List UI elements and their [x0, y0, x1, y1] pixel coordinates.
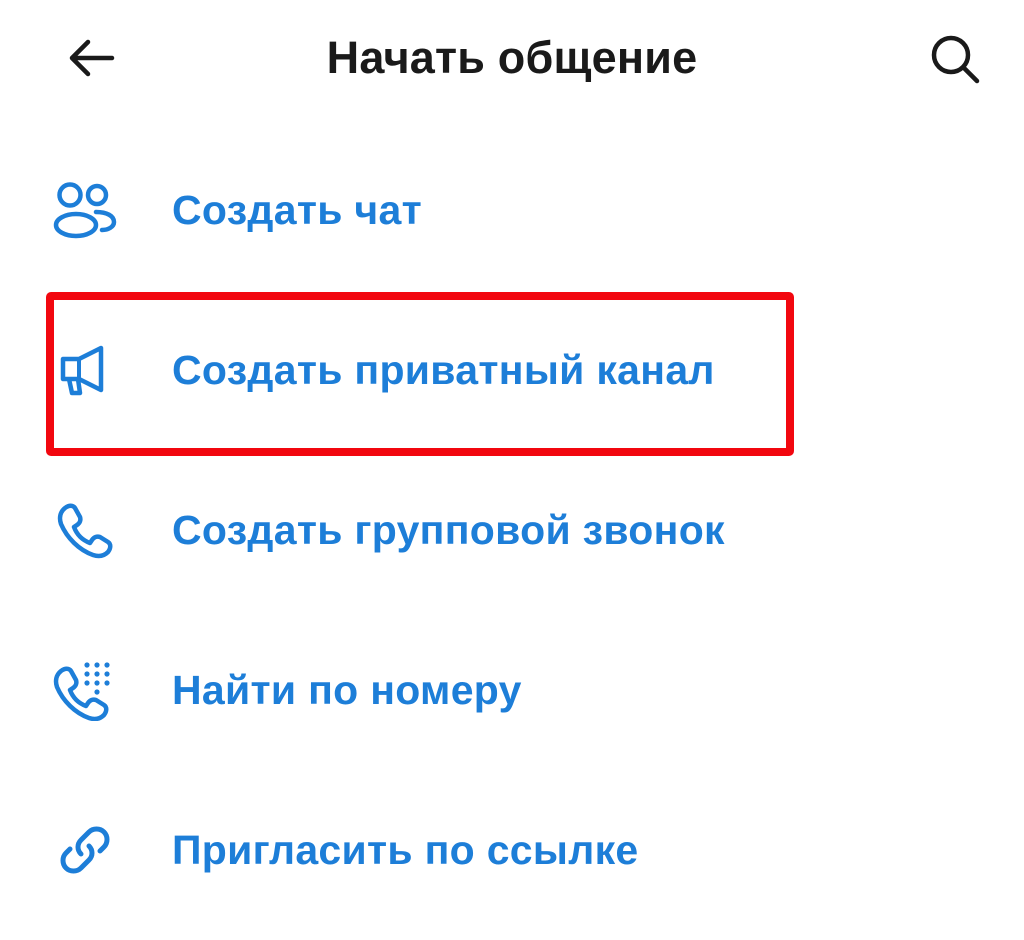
- create-private-channel-label: Создать приватный канал: [172, 347, 715, 393]
- link-icon: [50, 815, 120, 885]
- app-header: Начать общение: [0, 0, 1024, 116]
- create-chat-item[interactable]: Создать чат: [0, 150, 1024, 270]
- phone-dialpad-icon: [50, 655, 120, 725]
- search-button[interactable]: [924, 30, 986, 88]
- search-icon: [931, 35, 980, 84]
- page-title: Начать общение: [326, 32, 698, 83]
- create-private-channel-item[interactable]: Создать приватный канал: [0, 310, 1024, 430]
- find-by-number-item[interactable]: Найти по номеру: [0, 630, 1024, 750]
- people-icon: [50, 175, 120, 245]
- create-chat-label: Создать чат: [172, 187, 422, 233]
- create-group-call-item[interactable]: Создать групповой звонок: [0, 470, 1024, 590]
- megaphone-icon: [50, 335, 120, 405]
- invite-by-link-label: Пригласить по ссылке: [172, 827, 639, 873]
- invite-by-link-item[interactable]: Пригласить по ссылке: [0, 790, 1024, 910]
- create-group-call-label: Создать групповой звонок: [172, 507, 725, 553]
- find-by-number-label: Найти по номеру: [172, 667, 522, 713]
- phone-icon: [50, 495, 120, 565]
